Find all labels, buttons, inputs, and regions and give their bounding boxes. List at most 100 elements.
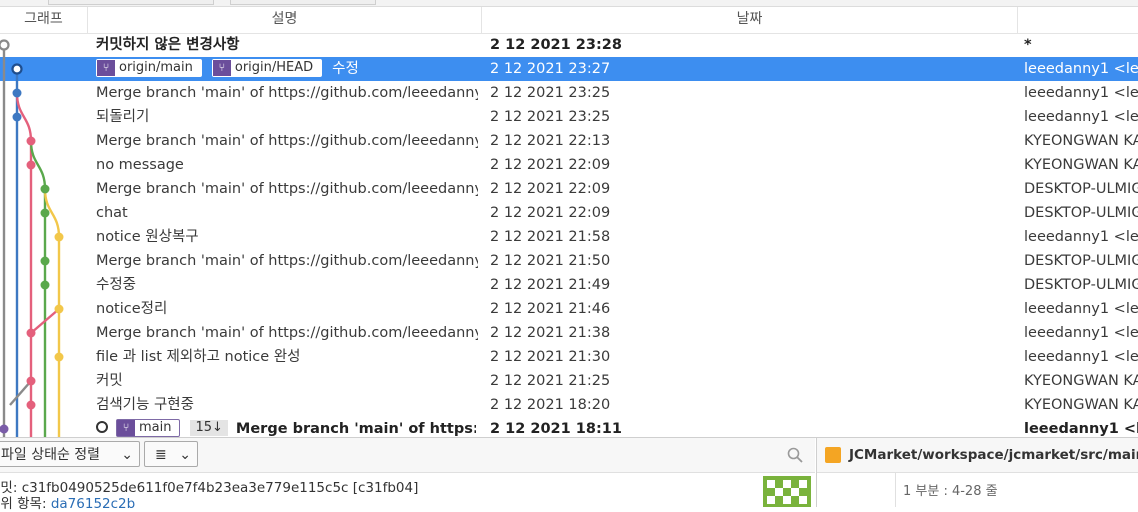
commit-row[interactable]: 커밋하지 않은 변경사항 2 12 2021 23:28 *	[0, 33, 1138, 57]
column-header-date[interactable]: 날짜	[482, 7, 1018, 33]
file-toolbar: 파일 상태순 정렬 ⌄ ≣ ⌄	[0, 438, 815, 473]
commit-description: 커밋하지 않은 변경사항	[96, 33, 478, 57]
diff-file-path: JCMarket/workspace/jcmarket/src/main/jav…	[849, 447, 1138, 463]
list-view-dropdown[interactable]: ≣ ⌄	[144, 441, 198, 467]
commit-message: 검색기능 구현중	[96, 397, 194, 413]
commit-row[interactable]: no message 2 12 2021 22:09 KYEONGWAN KA	[0, 153, 1138, 177]
parent-hash-link[interactable]: da76152c2b	[51, 496, 135, 512]
graph-edge	[9, 380, 32, 406]
commit-node	[12, 88, 22, 98]
top-tab[interactable]	[48, 0, 214, 5]
commit-message: 커밋하지 않은 변경사항	[96, 37, 240, 53]
commit-message: chat	[96, 205, 128, 221]
commit-row[interactable]: 커밋 2 12 2021 21:25 KYEONGWAN KA	[0, 369, 1138, 393]
commit-message: no message	[96, 157, 184, 173]
branch-icon: ⑂	[97, 60, 115, 76]
commit-row[interactable]: ⑂ main 15↓ Merge branch 'main' of https://g…	[0, 417, 1138, 437]
column-header-graph[interactable]: 그래프	[0, 7, 88, 33]
branch-tag[interactable]: ⑂ origin/HEAD	[211, 59, 323, 77]
commit-node	[40, 256, 50, 266]
commit-description: 되돌리기	[96, 105, 478, 129]
commit-date: 2 12 2021 22:09	[490, 157, 611, 173]
commit-author: DESKTOP-ULMIG	[1024, 253, 1138, 269]
branch-tag[interactable]: ⑂ origin/main	[96, 59, 202, 77]
branch-tag-label: origin/main	[119, 60, 193, 75]
commit-node	[0, 424, 9, 434]
commit-node	[40, 184, 50, 194]
chevron-down-icon: ⌄	[121, 447, 133, 463]
commit-node	[26, 376, 36, 386]
commit-date: 2 12 2021 21:46	[490, 301, 611, 317]
commit-date: 2 12 2021 23:25	[490, 85, 611, 101]
commit-row[interactable]: Merge branch 'main' of https://github.co…	[0, 177, 1138, 201]
commit-description: 커밋	[96, 369, 478, 393]
diff-file-header[interactable]: JCMarket/workspace/jcmarket/src/main/jav…	[817, 438, 1138, 473]
file-status-panel: 파일 상태순 정렬 ⌄ ≣ ⌄ 커밋: c31fb0490525de611f0e…	[0, 438, 815, 512]
commit-author: *	[1024, 37, 1032, 53]
column-header-author[interactable]	[1018, 7, 1138, 33]
commit-row[interactable]: Merge branch 'main' of https://github.co…	[0, 249, 1138, 273]
commit-graph	[0, 39, 64, 437]
hunk-header: 1 부분 : 4-28 줄	[903, 484, 998, 499]
commit-message: Merge branch 'main' of https://github.co…	[96, 85, 478, 101]
commit-row[interactable]: notice정리 2 12 2021 21:46 leeedanny1 <lee	[0, 297, 1138, 321]
commit-description: chat	[96, 201, 478, 225]
column-header-description[interactable]: 설명	[88, 7, 482, 33]
commit-description: ⑂ origin/main ⑂ origin/HEAD 수정	[96, 57, 478, 81]
commit-author: leeedanny1 <lee	[1024, 85, 1138, 101]
top-tab[interactable]	[230, 0, 376, 5]
commit-row[interactable]: Merge branch 'main' of https://github.co…	[0, 129, 1138, 153]
commit-node	[26, 328, 36, 338]
commit-message: Merge branch 'main' of https://git	[235, 421, 476, 437]
diff-panel: JCMarket/workspace/jcmarket/src/main/jav…	[816, 438, 1138, 507]
commit-description: Merge branch 'main' of https://github.co…	[96, 249, 478, 273]
commit-row[interactable]: ⑂ origin/main ⑂ origin/HEAD 수정 2 12 2021 23:2…	[0, 57, 1138, 81]
commit-description: file 과 list 제외하고 notice 완성	[96, 345, 478, 369]
commit-author: DESKTOP-ULMIG	[1024, 277, 1138, 293]
commit-row[interactable]: Merge branch 'main' of https://github.co…	[0, 321, 1138, 345]
commit-description: Merge branch 'main' of https://github.co…	[96, 177, 478, 201]
commit-date: 2 12 2021 18:20	[490, 397, 611, 413]
branch-icon: ⑂	[212, 60, 231, 76]
commit-row[interactable]: Merge branch 'main' of https://github.co…	[0, 81, 1138, 105]
commit-author: DESKTOP-ULMIG	[1024, 181, 1138, 197]
branch-tag[interactable]: ⑂ main	[116, 419, 181, 437]
commit-author: KYEONGWAN KA	[1024, 397, 1138, 413]
commit-description: Merge branch 'main' of https://github.co…	[96, 129, 478, 153]
commit-date: 2 12 2021 23:27	[490, 61, 611, 77]
commit-node	[54, 232, 64, 242]
commit-author: leeedanny1 <lee	[1024, 421, 1138, 437]
commit-row[interactable]: file 과 list 제외하고 notice 완성 2 12 2021 21:3…	[0, 345, 1138, 369]
sort-dropdown[interactable]: 파일 상태순 정렬 ⌄	[0, 441, 140, 467]
commit-date: 2 12 2021 21:30	[490, 349, 611, 365]
commit-author: KYEONGWAN KA	[1024, 157, 1138, 173]
commit-node	[11, 63, 23, 75]
commit-author: KYEONGWAN KA	[1024, 373, 1138, 389]
parent-label: 상위 항목:	[0, 496, 47, 512]
commit-row[interactable]: 수정중 2 12 2021 21:49 DESKTOP-ULMIG	[0, 273, 1138, 297]
commit-author: leeedanny1 <lee	[1024, 109, 1138, 125]
commit-message: 커밋	[96, 373, 123, 389]
commit-message: 수정중	[96, 277, 137, 293]
commit-date: 2 12 2021 22:09	[490, 205, 611, 221]
branch-tag-label: main	[139, 420, 172, 435]
commit-description: 검색기능 구현중	[96, 393, 478, 417]
commit-node	[40, 280, 50, 290]
commit-date: 2 12 2021 22:09	[490, 181, 611, 197]
search-icon[interactable]	[786, 446, 804, 464]
commit-date: 2 12 2021 21:25	[490, 373, 611, 389]
commit-author: leeedanny1 <lee	[1024, 301, 1138, 317]
commit-row[interactable]: 검색기능 구현중 2 12 2021 18:20 KYEONGWAN KA	[0, 393, 1138, 417]
commit-row[interactable]: 되돌리기 2 12 2021 23:25 leeedanny1 <lee	[0, 105, 1138, 129]
commit-author: leeedanny1 <lee	[1024, 229, 1138, 245]
commit-node	[26, 400, 36, 410]
author-avatar	[763, 476, 811, 507]
commit-message: notice 원상복구	[96, 229, 199, 245]
commit-author: KYEONGWAN KA	[1024, 133, 1138, 149]
commit-date: 2 12 2021 22:13	[490, 133, 611, 149]
commit-row[interactable]: chat 2 12 2021 22:09 DESKTOP-ULMIG	[0, 201, 1138, 225]
top-tab-strip	[0, 0, 1138, 7]
commit-row[interactable]: notice 원상복구 2 12 2021 21:58 leeedanny1 <le…	[0, 225, 1138, 249]
commit-message: Merge branch 'main' of https://github.co…	[96, 133, 478, 149]
commit-message: 수정	[332, 61, 359, 77]
